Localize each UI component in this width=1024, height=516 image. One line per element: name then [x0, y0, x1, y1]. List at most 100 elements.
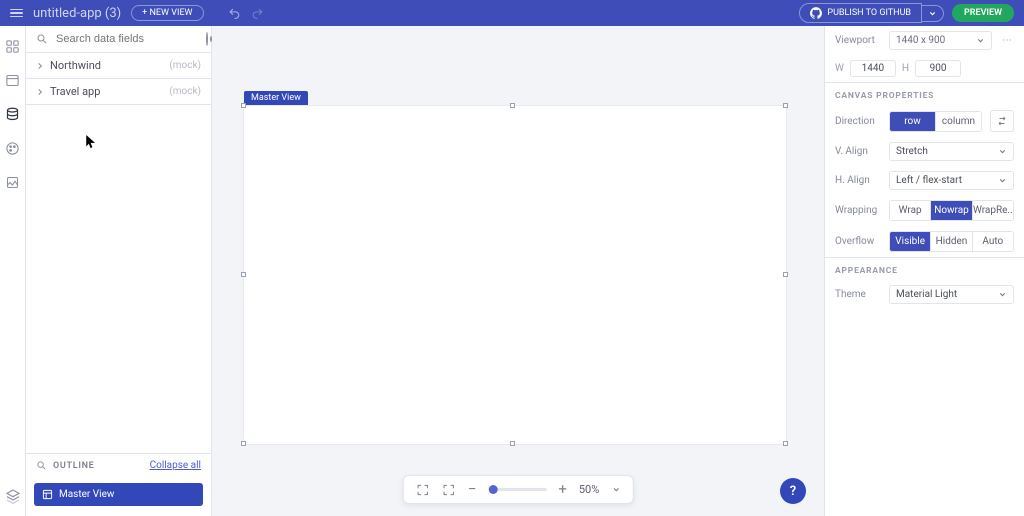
artboard[interactable]: [244, 106, 786, 444]
layers-icon[interactable]: [5, 488, 21, 504]
chevron-down-icon: [976, 36, 985, 45]
new-view-button[interactable]: + NEW VIEW: [131, 5, 203, 21]
publish-dropdown-toggle[interactable]: [922, 5, 944, 22]
help-button[interactable]: ?: [780, 478, 806, 504]
zoom-in-button[interactable]: +: [558, 482, 567, 497]
valign-select[interactable]: Stretch: [889, 142, 1014, 161]
views-icon[interactable]: [5, 72, 21, 88]
resize-handle[interactable]: [783, 103, 788, 108]
direction-row-option[interactable]: row: [890, 112, 936, 131]
top-bar: untitled-app (3) + NEW VIEW PUBLISH TO G…: [0, 0, 1024, 26]
wrapping-label: Wrapping: [835, 205, 881, 216]
left-panel: Northwind (mock) Travel app (mock) OUTLI…: [26, 26, 212, 516]
viewport-value: 1440 x 900: [896, 35, 945, 46]
zoom-dropdown-icon[interactable]: [611, 485, 620, 494]
components-icon[interactable]: [5, 38, 21, 54]
valign-label: V. Align: [835, 146, 881, 157]
zoom-toolbar: − + 50%: [403, 475, 634, 504]
redo-icon[interactable]: [251, 7, 264, 20]
target-icon[interactable]: [206, 32, 208, 46]
valign-value: Stretch: [896, 146, 928, 157]
inspector-panel: Viewport 1440 x 900 ⋯ W 1440 H 900 CANVA…: [824, 26, 1024, 516]
wrap-option[interactable]: Wrap: [890, 201, 931, 220]
overflow-label: Overflow: [835, 236, 881, 247]
direction-segmented: row column: [889, 111, 982, 132]
collapse-all-link[interactable]: Collapse all: [150, 460, 201, 471]
themes-icon[interactable]: [5, 140, 21, 156]
outline-item-master-view[interactable]: Master View: [34, 483, 203, 506]
halign-select[interactable]: Left / flex-start: [889, 171, 1014, 190]
datasource-row[interactable]: Travel app (mock): [26, 79, 211, 105]
zoom-out-button[interactable]: −: [468, 482, 477, 497]
outline-header: OUTLINE Collapse all: [26, 453, 211, 477]
halign-value: Left / flex-start: [896, 175, 962, 186]
search-input[interactable]: [54, 32, 200, 46]
viewport-more-icon[interactable]: ⋯: [1000, 35, 1014, 46]
resize-handle[interactable]: [783, 272, 788, 277]
artboard-tag[interactable]: Master View: [244, 91, 308, 105]
resize-handle[interactable]: [783, 441, 788, 446]
resize-handle[interactable]: [241, 272, 246, 277]
wrapping-segmented: Wrap Nowrap WrapRe..: [889, 200, 1014, 221]
datasource-name: Northwind: [50, 59, 163, 72]
height-input[interactable]: 900: [915, 60, 961, 77]
github-icon: [810, 7, 822, 19]
nav-rail: [0, 26, 26, 516]
direction-label: Direction: [835, 116, 881, 127]
outline-label: OUTLINE: [53, 461, 94, 471]
datasource-tag: (mock): [169, 60, 201, 71]
zoom-slider[interactable]: [488, 488, 546, 491]
chevron-down-icon: [998, 176, 1007, 185]
datasource-row[interactable]: Northwind (mock): [26, 53, 211, 79]
datasource-tag: (mock): [169, 86, 201, 97]
section-canvas-props: CANVAS PROPERTIES: [825, 83, 1024, 105]
width-label: W: [835, 63, 844, 74]
theme-label: Theme: [835, 289, 881, 300]
search-icon: [36, 33, 48, 45]
height-label: H: [902, 63, 909, 74]
app-title: untitled-app (3): [33, 6, 121, 21]
chevron-right-icon: [36, 62, 44, 70]
publish-button-group: PUBLISH TO GITHUB: [799, 3, 944, 23]
wrapreverse-option[interactable]: WrapRe..: [973, 201, 1013, 220]
viewport-select[interactable]: 1440 x 900: [889, 31, 992, 50]
halign-label: H. Align: [835, 175, 881, 186]
theme-select[interactable]: Material Light: [889, 285, 1014, 304]
canvas-area[interactable]: Master View − + 50% ?: [212, 26, 824, 516]
theme-value: Material Light: [896, 289, 957, 300]
fit-screen-icon[interactable]: [416, 483, 430, 497]
outline-item-label: Master View: [59, 489, 114, 500]
chevron-right-icon: [36, 88, 44, 96]
preview-button[interactable]: PREVIEW: [952, 4, 1014, 22]
publish-label: PUBLISH TO GITHUB: [827, 8, 911, 18]
resize-handle[interactable]: [510, 441, 515, 446]
overflow-auto-option[interactable]: Auto: [973, 232, 1013, 251]
overflow-visible-option[interactable]: Visible: [890, 232, 931, 251]
data-icon[interactable]: [5, 106, 21, 122]
layout-icon: [42, 489, 53, 500]
chevron-down-icon: [998, 147, 1007, 156]
actual-size-icon[interactable]: [442, 483, 456, 497]
chevron-down-icon: [998, 290, 1007, 299]
new-view-label: + NEW VIEW: [142, 8, 192, 18]
overflow-hidden-option[interactable]: Hidden: [931, 232, 972, 251]
cursor-icon: [86, 135, 97, 149]
width-input[interactable]: 1440: [850, 60, 896, 77]
section-appearance: APPEARANCE: [825, 258, 1024, 280]
undo-icon[interactable]: [228, 7, 241, 20]
resize-handle[interactable]: [510, 103, 515, 108]
zoom-percent: 50%: [579, 483, 599, 496]
nowrap-option[interactable]: Nowrap: [931, 201, 972, 220]
publish-github-button[interactable]: PUBLISH TO GITHUB: [799, 3, 922, 23]
assets-icon[interactable]: [5, 174, 21, 190]
viewport-label: Viewport: [835, 35, 881, 46]
resize-handle[interactable]: [241, 103, 246, 108]
menu-icon[interactable]: [10, 9, 23, 18]
resize-handle[interactable]: [241, 441, 246, 446]
preview-label: PREVIEW: [964, 8, 1002, 18]
datasource-name: Travel app: [50, 85, 163, 98]
swap-axis-button[interactable]: [990, 110, 1014, 132]
overflow-segmented: Visible Hidden Auto: [889, 231, 1014, 252]
direction-column-option[interactable]: column: [936, 112, 981, 131]
data-search: [26, 26, 211, 53]
